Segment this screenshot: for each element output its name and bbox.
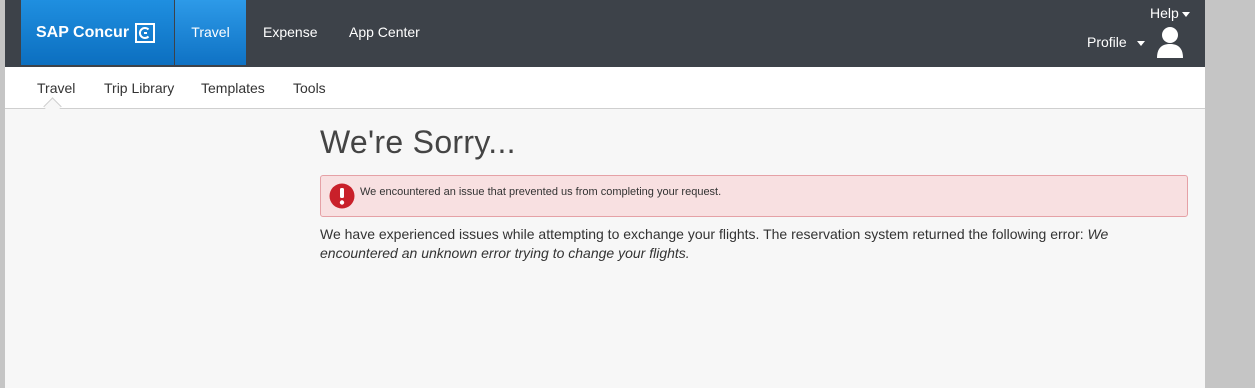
profile-menu[interactable]: Profile bbox=[1087, 34, 1145, 50]
caret-down-icon bbox=[1136, 40, 1145, 46]
profile-label: Profile bbox=[1087, 34, 1127, 50]
alert-message: We encountered an issue that prevented u… bbox=[360, 186, 722, 198]
nav-tab-expense[interactable]: Expense bbox=[263, 0, 317, 65]
page-title: We're Sorry... bbox=[320, 124, 516, 160]
error-description: We have experienced issues while attempt… bbox=[320, 225, 1180, 263]
nav-tab-travel[interactable]: Travel bbox=[175, 0, 246, 65]
user-avatar-icon[interactable] bbox=[1156, 25, 1184, 59]
subnav-item-trip-library[interactable]: Trip Library bbox=[104, 80, 174, 96]
caret-down-icon bbox=[1181, 11, 1190, 17]
exclamation-circle-icon bbox=[329, 183, 355, 209]
concur-logo-icon bbox=[135, 22, 156, 43]
sub-navigation: Travel Trip Library Templates Tools bbox=[5, 67, 1205, 116]
error-alert: We encountered an issue that prevented u… bbox=[320, 175, 1188, 217]
brand-name: SAP Concur bbox=[36, 23, 130, 41]
help-menu[interactable]: Help bbox=[1150, 5, 1190, 21]
error-description-text: We have experienced issues while attempt… bbox=[320, 226, 1088, 242]
brand-logo-link[interactable]: SAP Concur bbox=[21, 0, 174, 65]
subnav-item-tools[interactable]: Tools bbox=[293, 80, 326, 96]
nav-tab-app-center[interactable]: App Center bbox=[349, 0, 420, 65]
app-window: SAP Concur Travel Expense App Center Hel… bbox=[5, 0, 1205, 388]
subnav-item-travel[interactable]: Travel bbox=[37, 80, 75, 96]
subnav-item-templates[interactable]: Templates bbox=[201, 80, 265, 96]
active-tab-pointer bbox=[43, 97, 62, 116]
help-label: Help bbox=[1150, 5, 1179, 21]
top-navigation-bar: SAP Concur Travel Expense App Center Hel… bbox=[5, 0, 1205, 67]
